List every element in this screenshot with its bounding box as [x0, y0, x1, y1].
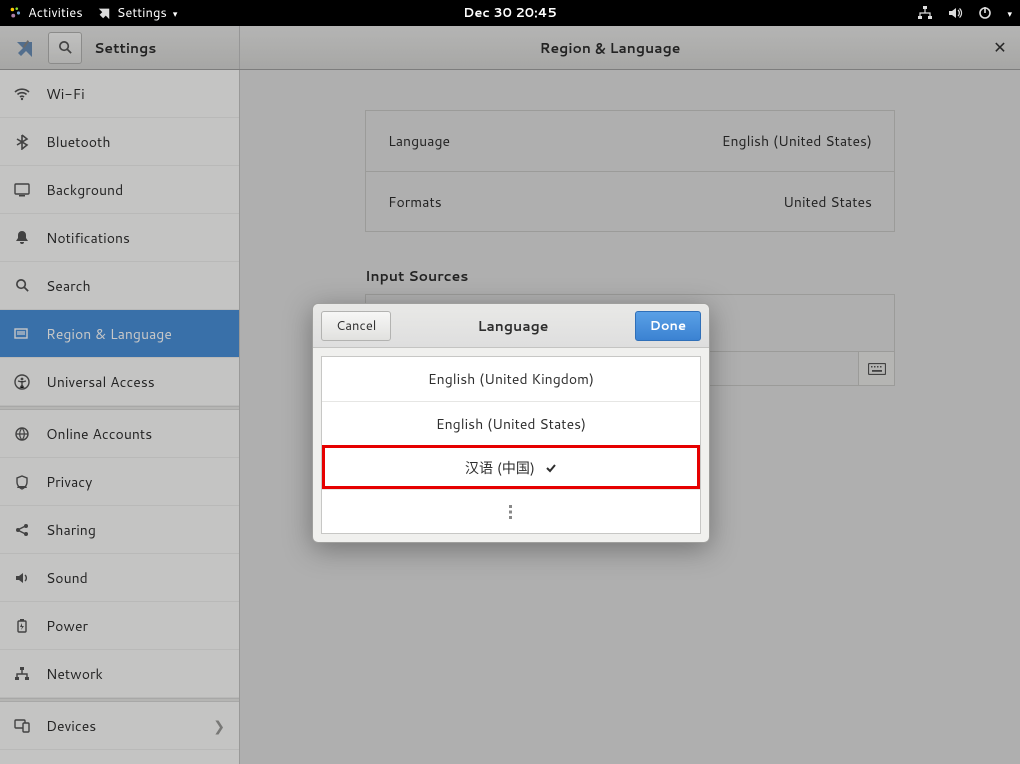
app-menu-label: Settings	[117, 4, 167, 22]
activities-label: Activities	[28, 4, 83, 22]
system-caret-icon[interactable]: ▾	[1007, 7, 1012, 20]
check-icon	[545, 462, 557, 474]
done-button[interactable]: Done	[635, 311, 701, 341]
cancel-button[interactable]: Cancel	[321, 311, 391, 341]
more-vertical-icon	[509, 504, 513, 520]
language-option-en-us[interactable]: English (United States)	[322, 401, 700, 445]
more-languages-button[interactable]	[322, 489, 700, 533]
language-option-en-gb[interactable]: English (United Kingdom)	[322, 357, 700, 401]
activities-button[interactable]: Activities	[8, 4, 83, 22]
app-menu[interactable]: Settings ▾	[97, 4, 178, 22]
dialog-headerbar: Cancel Language Done	[313, 304, 709, 348]
dropdown-caret-icon: ▾	[173, 7, 178, 20]
language-list: English (United Kingdom) English (United…	[321, 356, 701, 534]
gnome-topbar: Activities Settings ▾ Dec 30 20:45 ▾	[0, 0, 1020, 26]
clock[interactable]: Dec 30 20:45	[463, 4, 557, 22]
language-chooser-dialog: Cancel Language Done English (United Kin…	[312, 303, 710, 543]
volume-icon[interactable]	[947, 5, 963, 21]
language-option-zh-cn[interactable]: 汉语 (中国)	[322, 445, 700, 489]
dialog-title: Language	[391, 316, 634, 336]
gnome-foot-icon	[8, 6, 22, 20]
network-wired-icon[interactable]	[917, 5, 933, 21]
settings-tool-icon	[97, 6, 111, 20]
power-icon[interactable]	[977, 5, 993, 21]
